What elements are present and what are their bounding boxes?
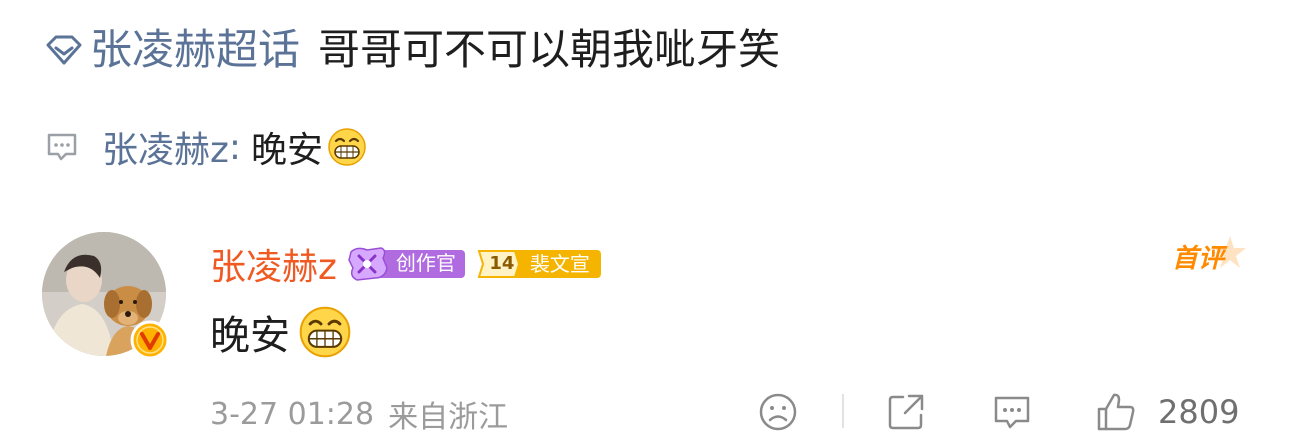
first-comment-mark: 首评 xyxy=(1168,232,1252,284)
reply-button[interactable] xyxy=(990,390,1034,434)
grin-emoji-icon xyxy=(299,306,351,358)
actions-divider xyxy=(842,394,844,428)
first-comment-label: 首评 xyxy=(1172,244,1225,274)
creator-badge[interactable]: 创作官 xyxy=(347,244,467,284)
sad-face-icon xyxy=(759,393,797,431)
dislike-button[interactable] xyxy=(756,390,800,434)
comment-text: 晚安 xyxy=(210,313,290,359)
reply-separator: : xyxy=(228,126,242,168)
reply-author-link[interactable]: 张凌赫z xyxy=(102,121,229,173)
creator-badge-label: 创作官 xyxy=(395,251,456,275)
topic-line[interactable]: 张凌赫超话 哥哥可不可以朝我呲牙笑 xyxy=(44,22,780,78)
like-button[interactable] xyxy=(1094,390,1138,434)
comment-bubble-icon xyxy=(44,129,80,165)
thumbs-up-icon xyxy=(1097,393,1135,431)
verified-v-badge-icon xyxy=(130,320,170,360)
fan-level-label: 裴文宣 xyxy=(529,252,590,276)
fan-level-badge[interactable]: 14 裴文宣 xyxy=(475,245,603,283)
topic-title: 哥哥可不可以朝我呲牙笑 xyxy=(318,25,781,74)
share-icon xyxy=(888,394,924,430)
username-link[interactable]: 张凌赫z xyxy=(210,238,337,290)
comment-actions: 2809 xyxy=(0,388,1290,436)
reply-text: 晚安 xyxy=(251,130,324,171)
quoted-reply[interactable]: 张凌赫z : 晚安 xyxy=(44,122,367,172)
comment-body: 晚安 xyxy=(210,302,352,362)
grin-emoji-icon xyxy=(328,128,366,166)
user-avatar-wrap[interactable] xyxy=(42,232,172,362)
fan-level-number: 14 xyxy=(489,253,515,274)
comment-header: 张凌赫z 创作官 14 裴文宣 xyxy=(210,238,603,290)
share-button[interactable] xyxy=(884,390,928,434)
diamond-icon xyxy=(44,30,84,70)
like-count: 2809 xyxy=(1158,393,1240,431)
topic-name-link[interactable]: 张凌赫超话 xyxy=(90,22,300,78)
comment-icon xyxy=(994,396,1030,429)
